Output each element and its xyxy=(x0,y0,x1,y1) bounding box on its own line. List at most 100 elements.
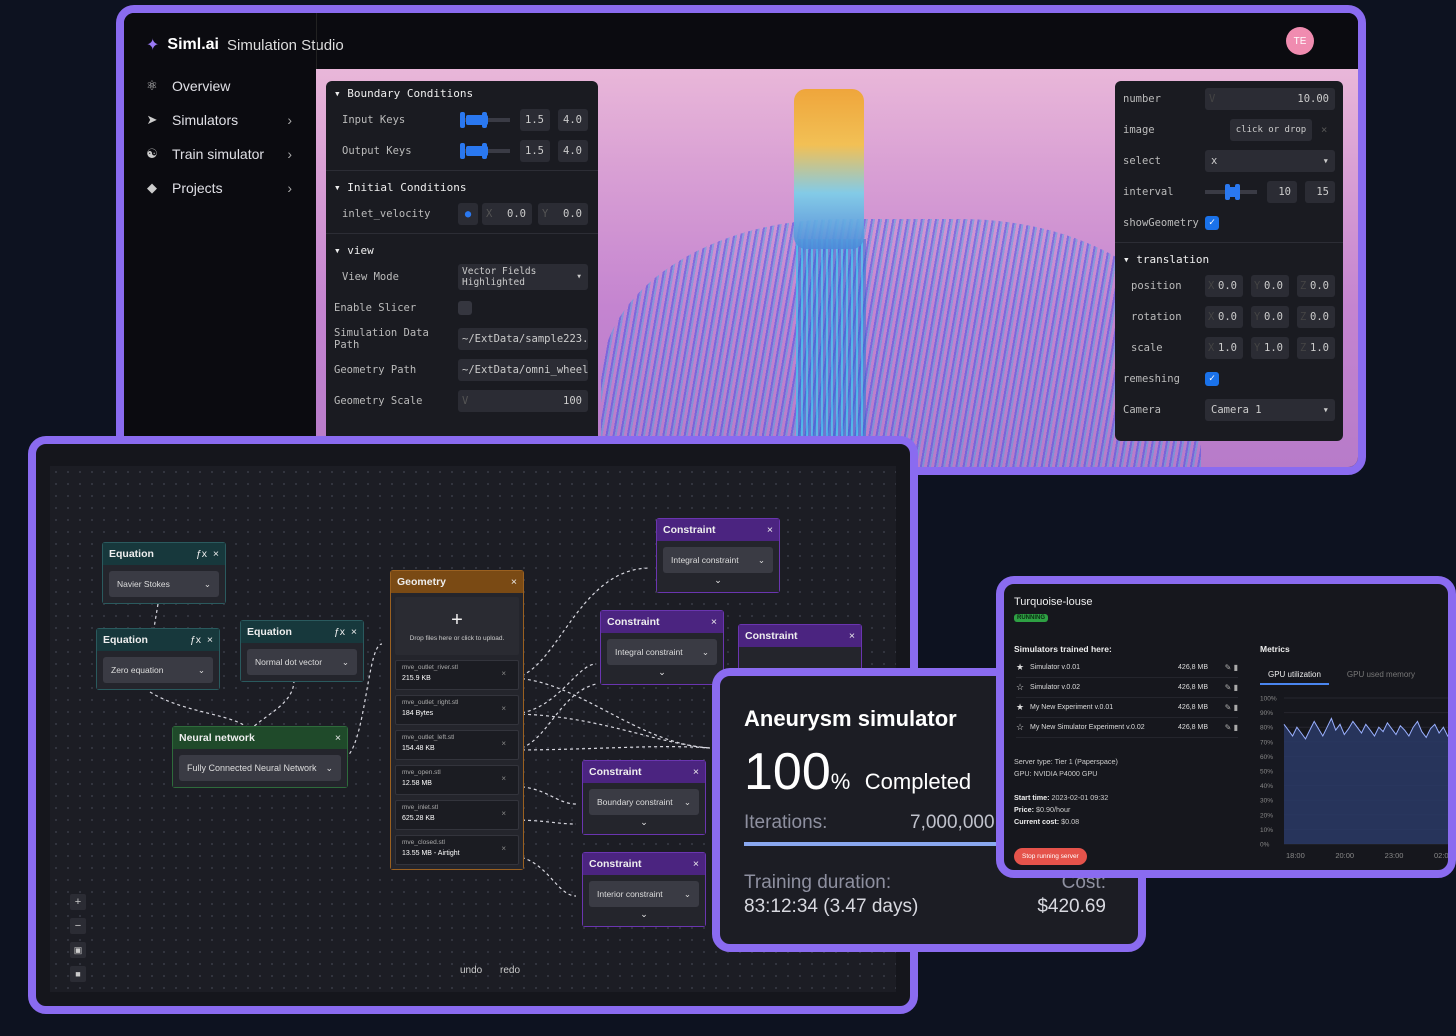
position-z[interactable]: Z 0.0 xyxy=(1297,274,1335,297)
constraint-select[interactable]: Integral constraint ⌄ xyxy=(607,639,717,665)
chevron-down-icon: ▾ xyxy=(1322,403,1329,416)
file-item[interactable]: mve_closed.stl 13.55 MB - Airtight × xyxy=(395,835,519,865)
sidebar-item-simulators[interactable]: ➤ Simulators › xyxy=(124,103,316,137)
file-item[interactable]: mve_inlet.stl 625.28 KB × xyxy=(395,800,519,830)
constraint-select[interactable]: Interior constraint ⌄ xyxy=(589,881,699,907)
close-icon[interactable]: × xyxy=(335,732,341,744)
list-item[interactable]: ★ My New Experiment v.0.01 426,8 MB ✎ ▮ xyxy=(1016,698,1238,718)
equation-select[interactable]: Navier Stokes ⌄ xyxy=(109,571,219,597)
input-keys-max[interactable]: 4.0 xyxy=(558,108,588,131)
scale-z[interactable]: Z 1.0 xyxy=(1297,336,1335,359)
remeshing-checkbox[interactable]: ✓ xyxy=(1205,371,1219,386)
interval-slider[interactable] xyxy=(1205,183,1257,200)
input-keys-slider[interactable] xyxy=(460,111,510,128)
sidebar-item-projects[interactable]: ◆ Projects › xyxy=(124,171,316,205)
avatar[interactable]: TE xyxy=(1286,27,1314,55)
inlet-velocity-y[interactable]: Y 0.0 xyxy=(538,202,588,225)
inlet-jet-visualization xyxy=(794,89,864,249)
image-drop-zone[interactable]: click or drop xyxy=(1230,118,1312,141)
geometry-path-input[interactable]: ~/ExtData/omni_wheel.fl xyxy=(458,358,588,381)
sidebar-item-label: Projects xyxy=(172,180,223,196)
section-boundary-conditions[interactable]: ▾ Boundary Conditions xyxy=(326,81,598,104)
rotation-y[interactable]: Y 0.0 xyxy=(1251,305,1289,328)
output-keys-min[interactable]: 1.5 xyxy=(520,139,550,162)
close-icon[interactable]: × xyxy=(767,524,773,536)
expand-icon: ⌄ xyxy=(640,817,648,827)
input-keys-min[interactable]: 1.5 xyxy=(520,108,550,131)
node-equation-normal[interactable]: Equation ƒx × Normal dot vector ⌄ xyxy=(240,620,364,682)
node-constraint-interior[interactable]: Constraint × Interior constraint ⌄ ⌄ xyxy=(582,852,706,927)
equation-select[interactable]: Normal dot vector ⌄ xyxy=(247,649,357,675)
close-icon[interactable]: × xyxy=(693,766,699,778)
file-item[interactable]: mve_open.stl 12.58 MB × xyxy=(395,765,519,795)
enable-slicer-label: Enable Slicer xyxy=(334,301,417,314)
y-tick-label: 60% xyxy=(1260,754,1273,761)
section-view[interactable]: ▾ view xyxy=(326,238,598,261)
inlet-velocity-x[interactable]: X 0.0 xyxy=(482,202,532,225)
function-icon: ƒx × xyxy=(333,626,357,638)
node-constraint-boundary[interactable]: Constraint × Boundary constraint ⌄ ⌄ xyxy=(582,760,706,835)
position-y[interactable]: Y 0.0 xyxy=(1251,274,1289,297)
close-icon[interactable]: × xyxy=(711,616,717,628)
number-input[interactable]: V 10.00 xyxy=(1205,87,1335,110)
file-drop-zone[interactable]: + Drop files here or click to upload. xyxy=(395,597,519,655)
redo-button[interactable]: redo xyxy=(500,965,520,976)
output-keys-max[interactable]: 4.0 xyxy=(558,139,588,162)
enable-slicer-checkbox[interactable] xyxy=(458,300,472,315)
rotation-x[interactable]: X 0.0 xyxy=(1205,305,1243,328)
scale-x[interactable]: X 1.0 xyxy=(1205,336,1243,359)
node-equation-navier[interactable]: Equation ƒx × Navier Stokes ⌄ xyxy=(102,542,226,604)
position-x[interactable]: X 0.0 xyxy=(1205,274,1243,297)
file-item[interactable]: mve_outlet_river.stl 215.9 KB × xyxy=(395,660,519,690)
interval-max[interactable]: 15 xyxy=(1305,180,1335,203)
divider xyxy=(326,170,598,171)
node-constraint-integral-top[interactable]: Constraint × Integral constraint ⌄ ⌄ xyxy=(656,518,780,593)
geometry-scale-input[interactable]: V 100 xyxy=(458,389,588,412)
constraint-select[interactable]: Integral constraint ⌄ xyxy=(663,547,773,573)
file-item[interactable]: mve_outlet_right.stl 184 Bytes × xyxy=(395,695,519,725)
row-inlet-velocity: inlet_velocity ● X 0.0 Y 0.0 xyxy=(326,198,598,229)
undo-button[interactable]: undo xyxy=(460,965,482,976)
equation-select[interactable]: Zero equation ⌄ xyxy=(103,657,213,683)
rotation-z[interactable]: Z 0.0 xyxy=(1297,305,1335,328)
camera-select[interactable]: Camera 1 ▾ xyxy=(1205,398,1335,421)
list-item[interactable]: ☆ My New Simulator Experiment v.0.02 426,8… xyxy=(1016,718,1238,738)
close-icon[interactable]: × xyxy=(849,630,855,642)
close-icon[interactable]: × xyxy=(511,576,517,588)
node-title: Constraint xyxy=(745,630,798,642)
simulation-data-path-input[interactable]: ~/ExtData/sample223.jsc xyxy=(458,327,588,350)
zoom-out-button[interactable]: − xyxy=(70,918,86,934)
sidebar-item-overview[interactable]: ⚛ Overview xyxy=(124,69,316,103)
node-geometry[interactable]: Geometry × + Drop files here or click to u… xyxy=(390,570,524,870)
node-neural-network[interactable]: Neural network × Fully Connected Neural N… xyxy=(172,726,348,788)
section-translation[interactable]: ▾ translation xyxy=(1115,247,1343,270)
list-item[interactable]: ☆ Simulator v.0.02 426,8 MB ✎ ▮ xyxy=(1016,678,1238,698)
y-tick-label: 40% xyxy=(1260,783,1273,790)
inlet-velocity-color[interactable]: ● xyxy=(458,202,478,225)
constraint-select[interactable]: Boundary constraint ⌄ xyxy=(589,789,699,815)
tab-gpu-utilization[interactable]: GPU utilization xyxy=(1260,670,1329,685)
output-keys-slider[interactable] xyxy=(460,142,510,159)
scale-y[interactable]: Y 1.0 xyxy=(1251,336,1289,359)
network-select[interactable]: Fully Connected Neural Network ⌄ xyxy=(179,755,341,781)
file-item[interactable]: mve_outlet_left.stl 154.48 KB × xyxy=(395,730,519,760)
interval-min[interactable]: 10 xyxy=(1267,180,1297,203)
tab-gpu-memory[interactable]: GPU used memory xyxy=(1347,670,1415,685)
section-initial-conditions[interactable]: ▾ Initial Conditions xyxy=(326,175,598,198)
sidebar-item-train-simulator[interactable]: ☯ Train simulator › xyxy=(124,137,316,171)
list-item[interactable]: ★ Simulator v.0.01 426,8 MB ✎ ▮ xyxy=(1016,658,1238,678)
node-equation-zero[interactable]: Equation ƒx × Zero equation ⌄ xyxy=(96,628,220,690)
fit-view-button[interactable]: ▣ xyxy=(70,942,86,958)
close-icon[interactable]: × xyxy=(1321,124,1327,136)
show-geometry-label: showGeometry xyxy=(1123,216,1199,229)
chevron-down-icon: ⌄ xyxy=(757,554,765,565)
close-icon[interactable]: × xyxy=(693,858,699,870)
row-position: position X 0.0 Y 0.0 Z 0.0 xyxy=(1115,270,1343,301)
show-geometry-checkbox[interactable]: ✓ xyxy=(1205,215,1219,230)
node-constraint-integral[interactable]: Constraint × Integral constraint ⌄ ⌄ xyxy=(600,610,724,685)
view-mode-select[interactable]: Vector Fields Highlighted ▾ xyxy=(458,263,588,290)
zoom-in-button[interactable]: + xyxy=(70,894,86,910)
select-dropdown[interactable]: x ▾ xyxy=(1205,149,1335,172)
stop-server-button[interactable]: Stop running server xyxy=(1014,848,1087,865)
lock-icon[interactable]: ■ xyxy=(70,966,86,982)
